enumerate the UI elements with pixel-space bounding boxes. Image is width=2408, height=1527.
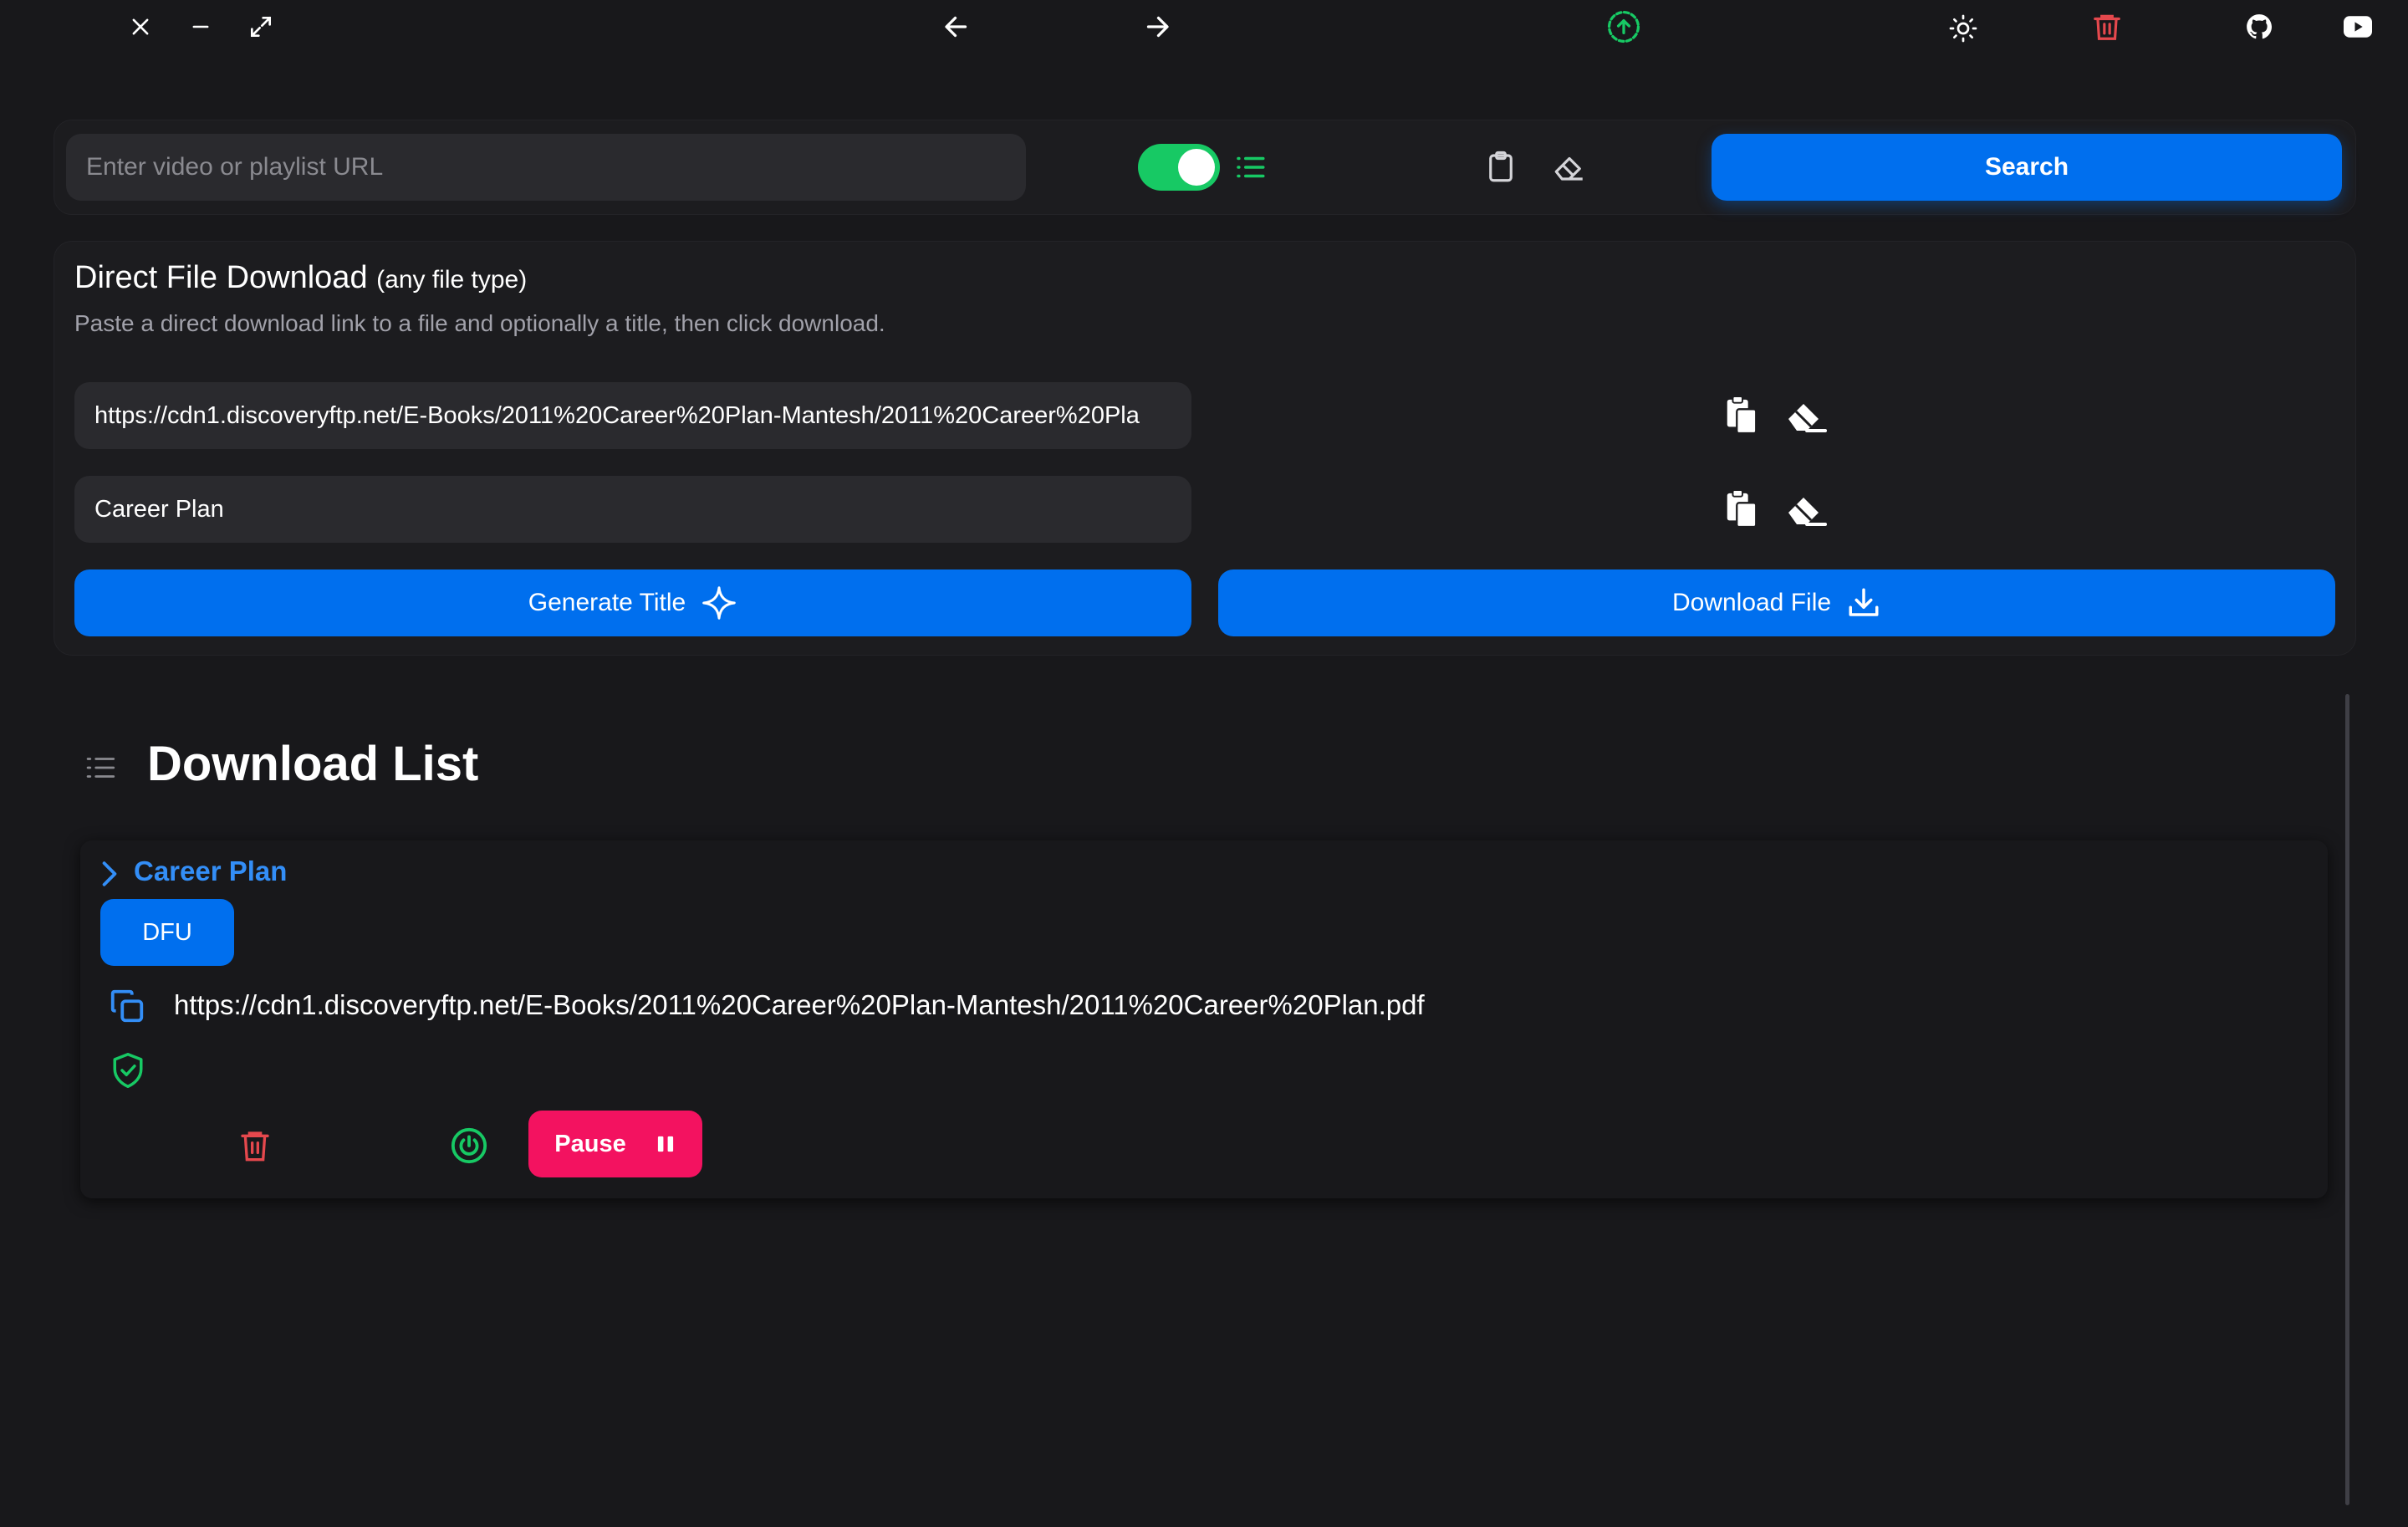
clear-url-icon[interactable] [1782,392,1832,439]
search-button-label: Search [1984,153,2069,181]
drag-list-icon[interactable] [79,746,122,789]
paste-url-icon[interactable] [1718,392,1765,439]
dfu-badge-label: DFU [142,918,192,946]
direct-download-description: Paste a direct download link to a file a… [74,310,885,336]
back-arrow-icon[interactable] [938,10,975,43]
sparkle-icon [701,585,737,621]
list-icon[interactable] [1228,146,1272,189]
download-item-name[interactable]: Career Plan [134,855,287,887]
clipboard-icon[interactable] [1479,146,1523,189]
url-search-input[interactable] [66,134,1026,201]
upload-circle-icon[interactable] [1604,7,1644,47]
trash-icon[interactable] [2089,7,2125,47]
direct-url-input[interactable] [74,382,1191,449]
dfu-badge: DFU [100,899,234,966]
copy-url-icon[interactable] [105,984,149,1028]
direct-download-title-suffix: (any file type) [376,266,528,294]
sun-icon[interactable] [1945,10,1982,47]
download-file-button[interactable]: Download File [1218,569,2335,636]
download-file-label: Download File [1671,589,1832,616]
youtube-icon[interactable] [2341,12,2375,42]
download-icon [1846,585,1881,621]
power-icon[interactable] [446,1123,492,1168]
chevron-right-icon[interactable] [97,857,122,891]
toggle-knob [1178,149,1215,186]
title-bar [0,0,2408,55]
search-button[interactable]: Search [1712,134,2342,201]
playlist-toggle[interactable] [1138,144,1220,191]
generate-title-button[interactable]: Generate Title [74,569,1191,636]
direct-download-card: Direct File Download (any file type) Pas… [54,241,2356,656]
pause-icon [655,1133,676,1155]
direct-download-heading: Direct File Download (any file type) [74,260,527,296]
github-icon[interactable] [2241,8,2278,45]
clear-title-icon[interactable] [1782,486,1832,533]
maximize-icon[interactable] [244,10,278,43]
download-list-title: Download List [147,737,479,791]
forward-arrow-icon[interactable] [1139,10,1176,43]
direct-title-input[interactable] [74,476,1191,543]
shield-check-icon [109,1049,147,1091]
paste-title-icon[interactable] [1718,486,1765,533]
scrollbar[interactable] [2345,694,2349,1505]
minimize-icon[interactable] [184,10,217,43]
close-icon[interactable] [124,10,157,43]
pause-button[interactable]: Pause [528,1111,702,1177]
generate-title-label: Generate Title [528,589,686,616]
pause-button-label: Pause [554,1130,626,1157]
delete-item-icon[interactable] [234,1123,276,1168]
download-item: Career Plan DFU https://cdn1.discoveryft… [80,840,2328,1198]
direct-download-title: Direct File Download [74,260,368,295]
search-card: Search [54,120,2356,215]
eraser-icon[interactable] [1546,146,1593,189]
download-item-url: https://cdn1.discoveryftp.net/E-Books/20… [174,989,1425,1020]
